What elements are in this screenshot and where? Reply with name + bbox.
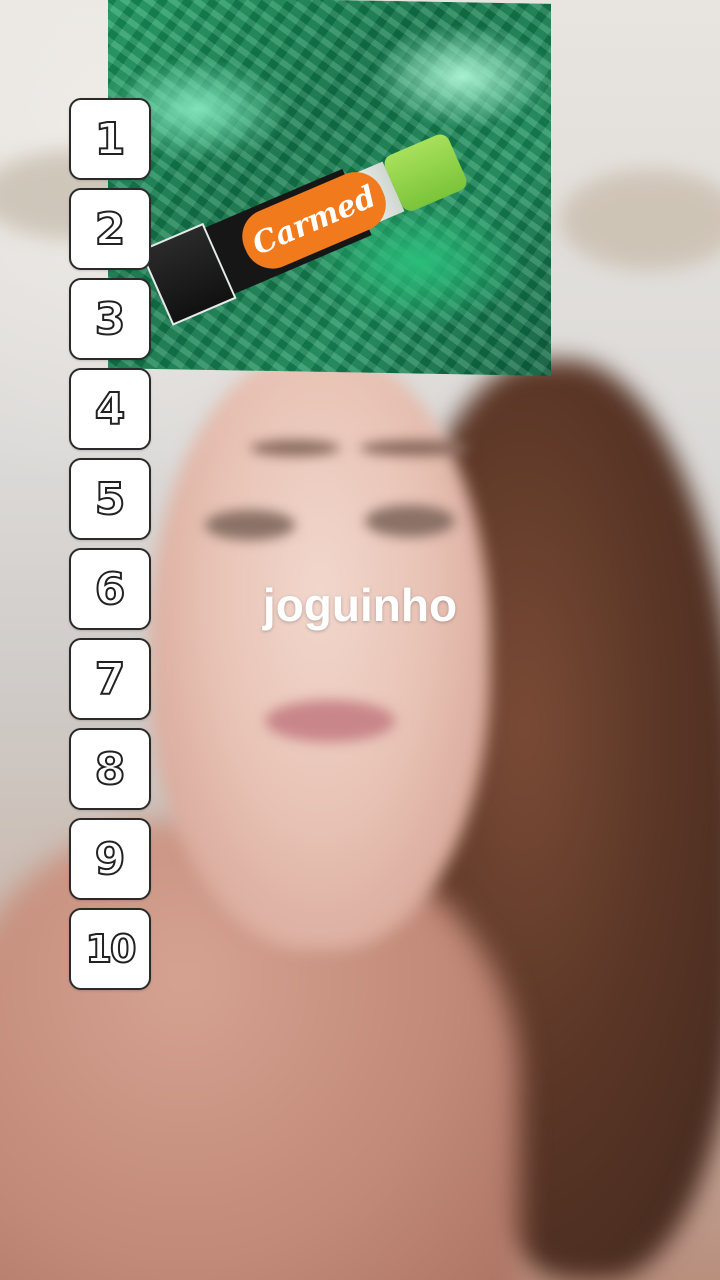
left-eyebrow xyxy=(250,440,340,456)
rank-slot-7[interactable]: 7 xyxy=(69,638,151,720)
rank-slot-5[interactable]: 5 xyxy=(69,458,151,540)
product-brand-label: Carmed xyxy=(233,163,395,278)
rank-slot-8[interactable]: 8 xyxy=(69,728,151,810)
caption-text: joguinho xyxy=(262,579,458,631)
tube-body: Carmed xyxy=(205,163,395,294)
rank-slot-4[interactable]: 4 xyxy=(69,368,151,450)
rank-slot-9[interactable]: 9 xyxy=(69,818,151,900)
right-eyebrow xyxy=(360,440,470,456)
rank-slot-2[interactable]: 2 xyxy=(69,188,151,270)
rank-slot-1[interactable]: 1 xyxy=(69,98,151,180)
lips xyxy=(265,700,395,742)
rank-slot-3[interactable]: 3 xyxy=(69,278,151,360)
left-eye xyxy=(205,510,295,540)
right-eye xyxy=(365,505,455,537)
ranking-list: 1 2 3 4 5 6 7 8 9 10 xyxy=(69,98,153,998)
product-photo: Carmed xyxy=(108,0,551,376)
rank-slot-10[interactable]: 10 xyxy=(69,908,151,990)
lip-balm-tube: Carmed xyxy=(139,121,474,326)
wall-stain xyxy=(560,170,720,270)
